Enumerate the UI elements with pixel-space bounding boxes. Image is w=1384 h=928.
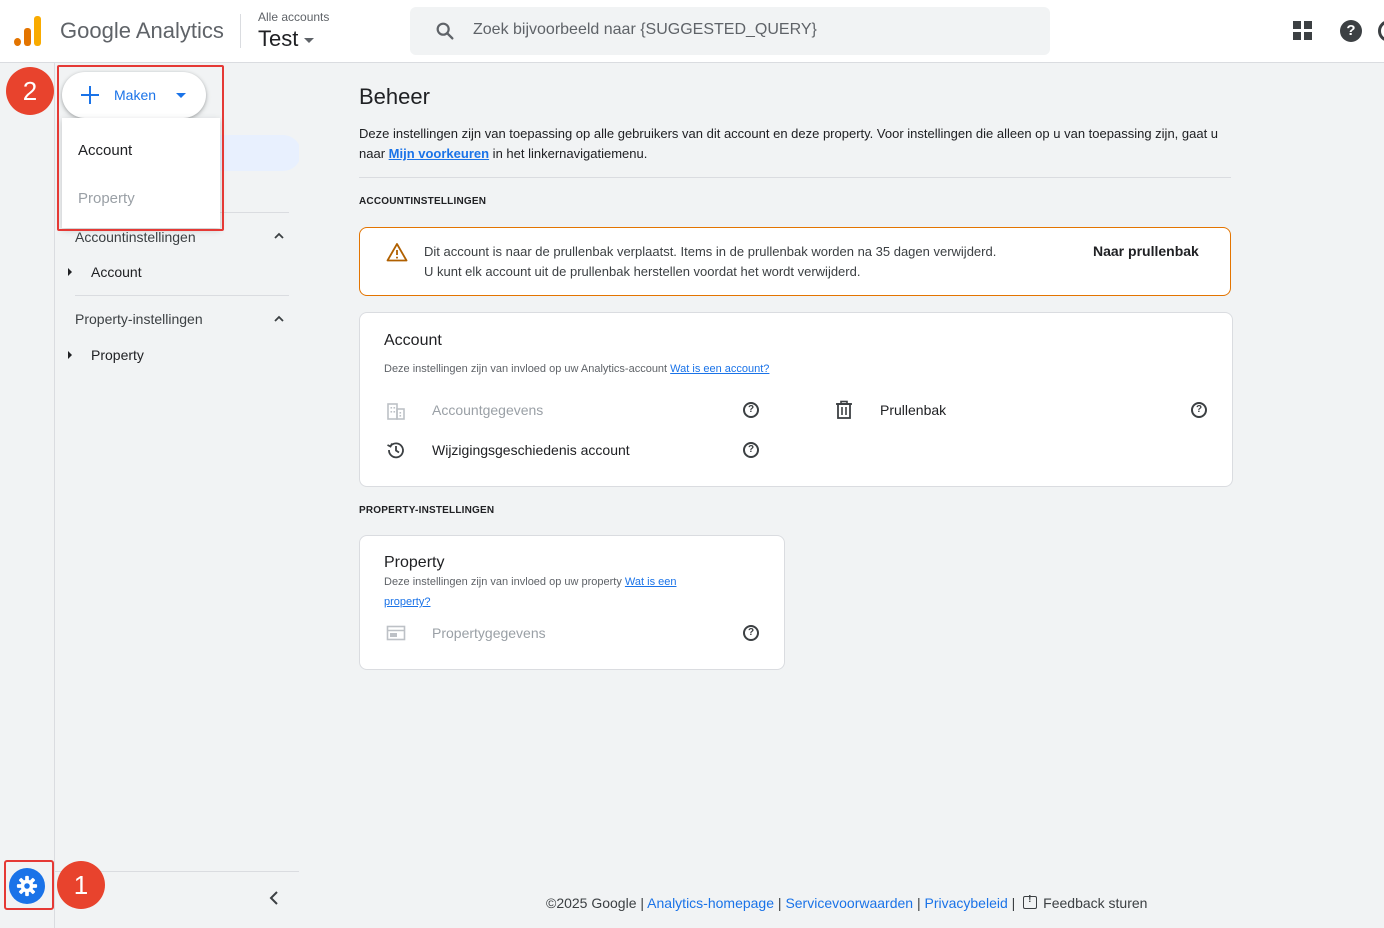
property-card-description: Deze instellingen zijn van invloed op uw… (384, 572, 764, 612)
chevron-up-icon[interactable] (273, 230, 285, 242)
question-icon[interactable]: ? (743, 402, 759, 418)
main-content (299, 63, 1384, 928)
trash-warning-text: Dit account is naar de prullenbak verpla… (424, 242, 1074, 282)
sidebar-item-property[interactable]: Property (91, 347, 144, 363)
account-settings-label: ACCOUNTINSTELLINGEN (359, 196, 487, 207)
property-settings-label: PROPERTY-INSTELLINGEN (359, 505, 495, 516)
search-icon (436, 22, 454, 40)
caret-right-icon[interactable] (68, 351, 72, 359)
trash-warning-line-1: Dit account is naar de prullenbak verpla… (424, 244, 997, 259)
property-card-description-text: Deze instellingen zijn van invloed op uw… (384, 576, 625, 588)
account-settings-card: Account Deze instellingen zijn van invlo… (359, 312, 1233, 487)
page-footer: ©2025 Google | Analytics-homepage | Serv… (546, 894, 1147, 911)
trash-warning-banner: Dit account is naar de prullenbak verpla… (359, 227, 1231, 296)
brand-name[interactable]: Google Analytics (60, 18, 224, 44)
main-divider (359, 177, 1231, 178)
property-details-icon (386, 625, 406, 641)
page-description-text-end: in het linkernavigatiemenu. (489, 146, 648, 161)
my-preferences-link[interactable]: Mijn voorkeuren (389, 146, 489, 161)
what-is-account-link[interactable]: Wat is een account? (670, 363, 769, 375)
apps-grid-icon[interactable] (1293, 21, 1313, 41)
trash-icon (836, 400, 852, 419)
annotation-highlight-create-menu (57, 65, 224, 231)
warning-icon (386, 243, 408, 262)
feedback-button[interactable]: Feedback sturen (1043, 895, 1147, 911)
header-divider (240, 14, 241, 48)
account-picker-caret-icon[interactable] (304, 38, 314, 43)
account-avatar-icon[interactable] (1378, 20, 1384, 42)
annotation-badge-1: 1 (57, 861, 105, 909)
footer-link-terms[interactable]: Servicevoorwaarden (785, 895, 913, 911)
sidebar-divider (75, 295, 289, 296)
page-title: Beheer (359, 84, 430, 109)
history-icon (387, 442, 404, 459)
page-description: Deze instellingen zijn van toepassing op… (359, 124, 1219, 164)
annotation-highlight-admin-gear (4, 860, 54, 910)
property-settings-card: Property Deze instellingen zijn van invl… (359, 535, 785, 670)
account-details-item: Accountgegevens (432, 402, 544, 418)
question-icon[interactable]: ? (743, 442, 759, 458)
search-input[interactable]: Zoek bijvoorbeeld naar {SUGGESTED_QUERY} (473, 21, 817, 39)
top-header: Google Analytics Alle accounts Test Zoek… (0, 0, 1384, 63)
trash-warning-line-2: U kunt elk account uit de prullenbak her… (424, 264, 861, 279)
help-icon[interactable]: ? (1340, 20, 1362, 42)
trash-item[interactable]: Prullenbak (880, 402, 946, 418)
question-icon[interactable]: ? (743, 625, 759, 641)
annotation-badge-2: 2 (6, 67, 54, 115)
building-icon (387, 403, 405, 420)
analytics-admin-page: Google Analytics Alle accounts Test Zoek… (0, 0, 1384, 928)
sidebar-item-account[interactable]: Account (91, 264, 142, 280)
go-to-trash-button[interactable]: Naar prullenbak (1093, 243, 1199, 259)
account-picker-name[interactable]: Test (258, 26, 298, 52)
chevron-up-icon[interactable] (273, 313, 285, 325)
feedback-icon (1023, 894, 1038, 909)
logo-dot (14, 38, 21, 46)
footer-copyright: ©2025 Google (546, 895, 637, 911)
analytics-logo-icon[interactable] (14, 16, 42, 46)
caret-right-icon[interactable] (68, 268, 72, 276)
logo-bar-mid (24, 28, 31, 46)
property-card-title: Property (384, 554, 445, 571)
property-details-item: Propertygegevens (432, 625, 546, 641)
question-icon[interactable]: ? (1191, 402, 1207, 418)
sidebar-section-account-settings[interactable]: Accountinstellingen (75, 229, 196, 245)
account-change-history-item[interactable]: Wijzigingsgeschiedenis account (432, 442, 630, 458)
account-card-description: Deze instellingen zijn van invloed op uw… (384, 359, 769, 379)
footer-link-privacy[interactable]: Privacybeleid (924, 895, 1007, 911)
what-is-property-link-2[interactable]: property? (384, 596, 430, 608)
account-card-description-text: Deze instellingen zijn van invloed op uw… (384, 363, 671, 375)
left-nav-rail (0, 63, 55, 928)
chevron-left-icon[interactable] (266, 890, 282, 906)
sidebar-section-property-settings[interactable]: Property-instellingen (75, 311, 203, 327)
account-card-title: Account (384, 332, 442, 349)
logo-bar-tall (34, 16, 41, 46)
account-picker-caption[interactable]: Alle accounts (258, 10, 329, 24)
footer-link-analytics-home[interactable]: Analytics-homepage (647, 895, 774, 911)
what-is-property-link[interactable]: Wat is een (625, 576, 677, 588)
